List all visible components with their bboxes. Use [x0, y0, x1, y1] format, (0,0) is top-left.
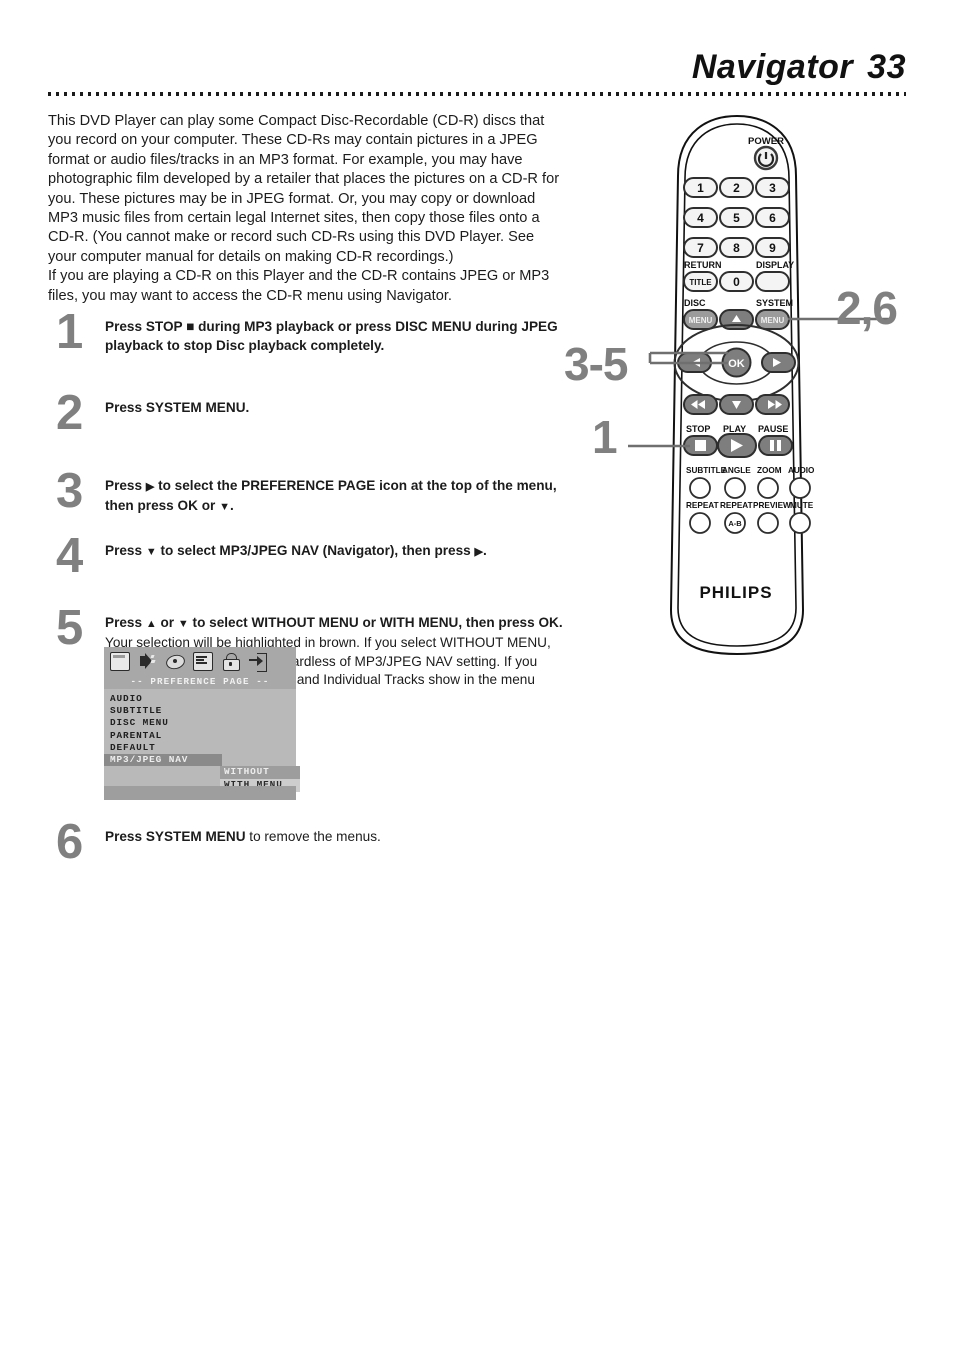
svg-text:6: 6: [769, 211, 776, 225]
title-label: TITLE: [689, 278, 712, 287]
osd-footer-bar: [104, 786, 296, 800]
power-label: POWER: [748, 136, 784, 147]
audio-speaker-icon: [139, 653, 157, 670]
angle-label: ANGLE: [722, 466, 751, 475]
preference-monitor-icon: [193, 652, 213, 671]
keypad-row-2: 4 5 6: [683, 207, 790, 228]
step-list-continued: 6 Press SYSTEM MENU to remove the menus.: [48, 818, 568, 867]
manual-page: Navigator 33 This DVD Player can play som…: [0, 0, 954, 1346]
step-number: 1: [56, 305, 84, 359]
osd-row-subtitle[interactable]: SUBTITLE: [104, 705, 296, 717]
parental-lock-icon: [222, 653, 240, 671]
step-number: 4: [56, 529, 84, 584]
remote-control-illustration: POWER 1 2 3 4 5 6 7 8 9 RETURN TITLE 0 D…: [560, 110, 954, 670]
intro-paragraph-1: This DVD Player can play some Compact Di…: [48, 113, 560, 265]
svg-text:9: 9: [769, 241, 776, 255]
ok-label: OK: [728, 358, 745, 370]
osd-page-title: -- PREFERENCE PAGE --: [104, 674, 296, 689]
step-2: 2 Press SYSTEM MENU.: [48, 389, 568, 438]
intro-text: This DVD Player can play some Compact Di…: [48, 112, 560, 306]
step-text: Press SYSTEM MENU to remove the menus.: [105, 829, 381, 844]
pause-label: PAUSE: [758, 424, 788, 434]
angle-button: [724, 477, 746, 499]
philips-brand-logo: PHILIPS: [699, 583, 772, 602]
svg-text:2: 2: [733, 181, 740, 195]
callout-2-6: 2,6: [836, 282, 898, 334]
system-label: SYSTEM: [756, 298, 793, 308]
step-number: 5: [56, 601, 84, 656]
osd-row-parental[interactable]: PARENTAL: [104, 730, 296, 742]
osd-row-mp3-jpeg-nav[interactable]: MP3/JPEG NAV: [104, 753, 222, 767]
page-title-text: Navigator: [691, 48, 854, 86]
osd-icon-row: [104, 647, 296, 674]
page-number: 33: [867, 48, 906, 86]
page-title: Navigator 33: [692, 48, 906, 87]
tv-icon: [110, 652, 130, 671]
repeat-label: REPEAT: [686, 501, 719, 510]
svg-text:7: 7: [697, 241, 704, 255]
display-label: DISPLAY: [756, 260, 794, 270]
zoom-label: ZOOM: [757, 466, 782, 475]
step-4: 4 Press ▼ to select MP3/JPEG NAV (Naviga…: [48, 532, 568, 581]
osd-row-audio[interactable]: AUDIO: [104, 693, 296, 705]
page-header: Navigator 33: [48, 48, 906, 108]
exit-icon: [249, 653, 267, 672]
keypad-row-3: 7 8 9: [683, 237, 790, 258]
svg-text:0: 0: [733, 275, 740, 289]
repeat-button: [689, 512, 711, 534]
osd-option-without-menu[interactable]: WITHOUT MENU: [220, 766, 300, 790]
stop-label: STOP: [686, 424, 710, 434]
osd-row-default[interactable]: DEFAULT: [104, 742, 296, 754]
keypad-row-1: 1 2 3: [683, 177, 790, 198]
step-text: Press STOP ■ during MP3 playback or pres…: [105, 319, 558, 353]
header-dotted-rule: [48, 92, 906, 96]
svg-text:5: 5: [733, 211, 740, 225]
subtitle-label: SUBTITLE: [686, 466, 727, 475]
step-number: 2: [56, 386, 84, 441]
audio-label: AUDIO: [788, 466, 815, 475]
osd-preference-page-screenshot: -- PREFERENCE PAGE -- AUDIO SUBTITLE DIS…: [104, 647, 300, 800]
svg-text:4: 4: [697, 211, 704, 225]
svg-text:1: 1: [697, 181, 704, 195]
intro-paragraph-2: If you are playing a CD-R on this Player…: [48, 268, 550, 304]
step-text: Press ▶ to select the PREFERENCE PAGE ic…: [105, 478, 557, 513]
subtitle-button: [689, 477, 711, 499]
disc-icon: [164, 652, 187, 672]
svg-text:8: 8: [733, 241, 740, 255]
remote-control-svg: POWER 1 2 3 4 5 6 7 8 9 RETURN TITLE 0 D…: [628, 114, 892, 656]
step-text: Press SYSTEM MENU.: [105, 400, 250, 416]
preview-button: [757, 512, 779, 534]
preview-label: PREVIEW: [753, 501, 791, 510]
callout-1: 1: [592, 411, 618, 463]
display-button: [755, 271, 790, 292]
mute-label: MUTE: [790, 501, 814, 510]
remote-inner-shell: [677, 123, 797, 647]
svg-text:3: 3: [769, 181, 776, 195]
callout-3-5: 3-5: [564, 338, 628, 390]
osd-menu-rows: AUDIO SUBTITLE DISC MENU PARENTAL DEFAUL…: [104, 689, 300, 800]
audio-button: [789, 477, 811, 499]
step-number: 6: [56, 815, 84, 869]
step-number: 3: [56, 464, 84, 519]
step-3: 3 Press ▶ to select the PREFERENCE PAGE …: [48, 467, 568, 516]
svg-text:A-B: A-B: [728, 519, 742, 528]
svg-text:MENU: MENU: [761, 316, 785, 325]
repeat-ab-label: REPEAT: [720, 501, 753, 510]
step-6: 6 Press SYSTEM MENU to remove the menus.: [48, 818, 568, 867]
svg-text:MENU: MENU: [689, 316, 713, 325]
step-1: 1 Press STOP ■ during MP3 playback or pr…: [48, 308, 568, 357]
play-label: PLAY: [723, 424, 746, 434]
return-label: RETURN: [684, 260, 722, 270]
osd-row-disc-menu[interactable]: DISC MENU: [104, 717, 296, 729]
zoom-button: [757, 477, 779, 499]
mute-button: [789, 512, 811, 534]
pause-button: [758, 435, 793, 456]
disc-label: DISC: [684, 298, 706, 308]
step-text: Press ▼ to select MP3/JPEG NAV (Navigato…: [105, 543, 487, 559]
